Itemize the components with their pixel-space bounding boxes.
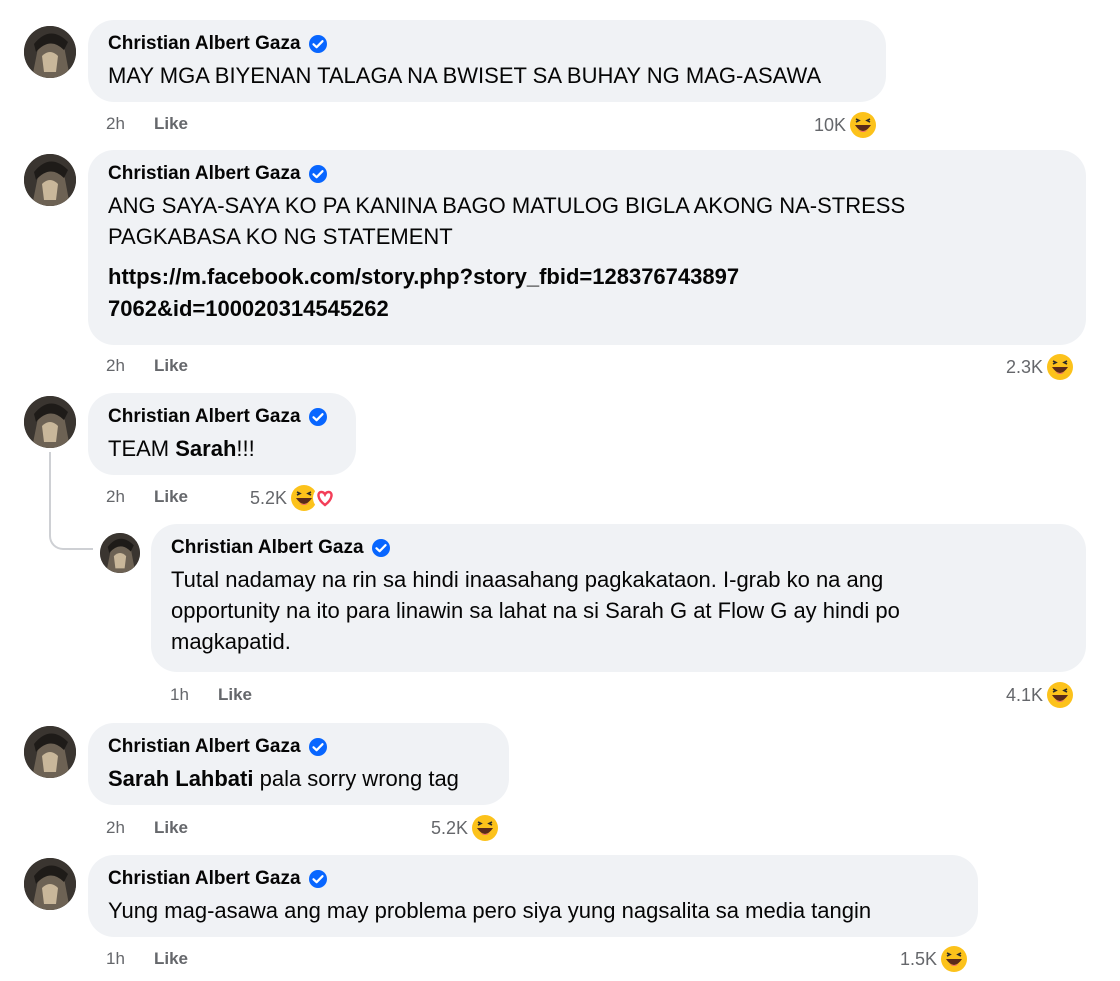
- author-name[interactable]: Christian Albert Gaza: [108, 162, 301, 186]
- author-name[interactable]: Christian Albert Gaza: [108, 867, 301, 891]
- avatar[interactable]: [24, 726, 76, 778]
- comment-time[interactable]: 2h: [106, 818, 154, 838]
- author-name[interactable]: Christian Albert Gaza: [108, 735, 301, 759]
- comment-time[interactable]: 2h: [106, 114, 154, 134]
- haha-emoji-icon: [472, 815, 499, 841]
- verified-badge-icon: [308, 869, 328, 889]
- reaction-count[interactable]: 1.5K: [900, 949, 937, 970]
- avatar[interactable]: [24, 396, 76, 448]
- like-button[interactable]: Like: [154, 356, 188, 376]
- author-name[interactable]: Christian Albert Gaza: [108, 32, 301, 56]
- comment-author[interactable]: Christian Albert Gaza: [108, 32, 866, 56]
- verified-badge-icon: [371, 538, 391, 558]
- comment-bubble: Christian Albert Gaza Tutal nadamay na r…: [151, 524, 1086, 672]
- comment-author[interactable]: Christian Albert Gaza: [108, 405, 336, 429]
- comment-time[interactable]: 2h: [106, 487, 154, 507]
- like-button[interactable]: Like: [218, 685, 252, 705]
- comment-bubble: Christian Albert Gaza ANG SAYA-SAYA KO P…: [88, 150, 1086, 345]
- reactions[interactable]: 4.1K: [1006, 681, 1074, 709]
- reactions[interactable]: 5.2K: [431, 814, 499, 842]
- comment-text: MAY MGA BIYENAN TALAGA NA BWISET SA BUHA…: [108, 63, 822, 88]
- reaction-count[interactable]: 2.3K: [1006, 357, 1043, 378]
- verified-badge-icon: [308, 164, 328, 184]
- comment-text-part: TEAM: [108, 436, 176, 461]
- author-name[interactable]: Christian Albert Gaza: [171, 536, 364, 560]
- comment-text: Tutal nadamay na rin sa hindi inaasahang…: [171, 564, 1066, 657]
- comment-text-line: magkapatid.: [171, 629, 291, 654]
- like-button[interactable]: Like: [154, 818, 188, 838]
- haha-emoji-icon: [941, 946, 968, 972]
- avatar[interactable]: [24, 858, 76, 910]
- comment-time[interactable]: 1h: [106, 949, 154, 969]
- comment-author[interactable]: Christian Albert Gaza: [108, 162, 1066, 186]
- avatar[interactable]: [24, 154, 76, 206]
- comment-time[interactable]: 1h: [170, 685, 218, 705]
- comment-meta: 2h Like: [106, 356, 188, 376]
- comment-meta: 1h Like: [106, 949, 188, 969]
- haha-emoji-icon: [1047, 354, 1074, 380]
- avatar[interactable]: [24, 26, 76, 78]
- comment-bubble: Christian Albert Gaza TEAM Sarah!!!: [88, 393, 356, 475]
- comment-meta: 2h Like: [106, 114, 188, 134]
- comment-text: TEAM Sarah!!!: [108, 433, 336, 464]
- comment-text-part: !!!: [236, 436, 255, 461]
- comment-text-line: opportunity na ito para linawin sa lahat…: [171, 598, 900, 623]
- reaction-count[interactable]: 10K: [814, 115, 846, 136]
- comment-author[interactable]: Christian Albert Gaza: [108, 867, 958, 891]
- comment-meta: 2h Like: [106, 487, 188, 507]
- reaction-count[interactable]: 4.1K: [1006, 685, 1043, 706]
- comment-author[interactable]: Christian Albert Gaza: [171, 536, 1066, 560]
- comment-bubble: Christian Albert Gaza MAY MGA BIYENAN TA…: [88, 20, 886, 102]
- comment-bubble: Christian Albert Gaza Yung mag-asawa ang…: [88, 855, 978, 937]
- mention-tag[interactable]: Sarah: [175, 436, 236, 461]
- comment-text-line: PAGKABASA KO NG STATEMENT: [108, 224, 453, 249]
- reply-thread-line: [49, 452, 93, 550]
- avatar[interactable]: [100, 533, 140, 573]
- comment-text: Yung mag-asawa ang may problema pero siy…: [108, 898, 872, 923]
- verified-badge-icon: [308, 407, 328, 427]
- comment-text-line: Tutal nadamay na rin sa hindi inaasahang…: [171, 567, 884, 592]
- comment-meta: 2h Like: [106, 818, 188, 838]
- reactions[interactable]: 10K: [814, 111, 877, 139]
- reactions[interactable]: 2.3K: [1006, 353, 1074, 381]
- haha-emoji-icon: [850, 112, 877, 138]
- comment-text: Sarah Lahbati pala sorry wrong tag: [108, 763, 489, 794]
- author-name[interactable]: Christian Albert Gaza: [108, 405, 301, 429]
- comment-text-line: ANG SAYA-SAYA KO PA KANINA BAGO MATULOG …: [108, 193, 906, 218]
- reaction-count[interactable]: 5.2K: [250, 488, 287, 509]
- reactions[interactable]: 5.2K: [250, 484, 338, 512]
- mention-tag[interactable]: Sarah Lahbati: [108, 766, 253, 791]
- verified-badge-icon: [308, 737, 328, 757]
- comment-bubble: Christian Albert Gaza Sarah Lahbati pala…: [88, 723, 509, 805]
- reactions[interactable]: 1.5K: [900, 945, 968, 973]
- verified-badge-icon: [308, 34, 328, 54]
- comment-time[interactable]: 2h: [106, 356, 154, 376]
- like-button[interactable]: Like: [154, 949, 188, 969]
- love-heart-icon: [313, 486, 338, 510]
- comment-text: ANG SAYA-SAYA KO PA KANINA BAGO MATULOG …: [108, 190, 1066, 252]
- like-button[interactable]: Like: [154, 114, 188, 134]
- comment-author[interactable]: Christian Albert Gaza: [108, 735, 489, 759]
- reaction-count[interactable]: 5.2K: [431, 818, 468, 839]
- comment-link[interactable]: https://m.facebook.com/story.php?story_f…: [108, 261, 748, 325]
- haha-emoji-icon: [1047, 682, 1074, 708]
- comment-meta: 1h Like: [170, 685, 252, 705]
- like-button[interactable]: Like: [154, 487, 188, 507]
- comment-text-part: pala sorry wrong tag: [253, 766, 459, 791]
